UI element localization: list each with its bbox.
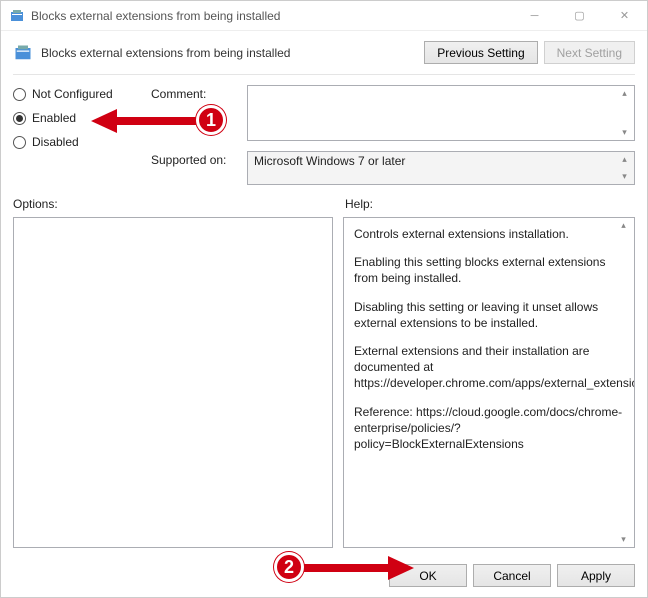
- options-panel[interactable]: [13, 217, 333, 548]
- supported-on-value: Microsoft Windows 7 or later: [254, 154, 405, 168]
- maximize-button[interactable]: ▢: [557, 1, 602, 31]
- radio-label: Enabled: [32, 111, 76, 125]
- header: Blocks external extensions from being in…: [1, 31, 647, 68]
- comment-textarea[interactable]: ▴▾: [247, 85, 635, 141]
- radio-label: Disabled: [32, 135, 79, 149]
- radio-icon: [13, 112, 26, 125]
- ok-button[interactable]: OK: [389, 564, 467, 587]
- close-button[interactable]: ✕: [602, 1, 647, 31]
- help-panel[interactable]: Controls external extensions installatio…: [343, 217, 635, 548]
- help-text: Disabling this setting or leaving it uns…: [354, 299, 624, 331]
- cancel-button[interactable]: Cancel: [473, 564, 551, 587]
- radio-icon: [13, 88, 26, 101]
- radio-label: Not Configured: [32, 87, 113, 101]
- dialog-window: Blocks external extensions from being in…: [0, 0, 648, 598]
- help-text: External extensions and their installati…: [354, 343, 624, 392]
- footer: OK Cancel Apply: [1, 556, 647, 597]
- policy-title: Blocks external extensions from being in…: [41, 46, 424, 60]
- help-label: Help:: [345, 197, 373, 211]
- radio-disabled[interactable]: Disabled: [13, 135, 143, 149]
- radio-not-configured[interactable]: Not Configured: [13, 87, 143, 101]
- policy-icon: [9, 8, 25, 24]
- window-title: Blocks external extensions from being in…: [31, 9, 280, 23]
- scroll-down-icon[interactable]: ▾: [622, 127, 627, 138]
- supported-on-label: Supported on:: [151, 151, 241, 185]
- scroll-up-icon[interactable]: ▴: [622, 88, 627, 99]
- minimize-button[interactable]: ─: [512, 1, 557, 31]
- titlebar: Blocks external extensions from being in…: [1, 1, 647, 31]
- state-radios: Not Configured Enabled Disabled: [13, 85, 143, 185]
- policy-icon: [13, 43, 33, 63]
- radio-icon: [13, 136, 26, 149]
- scroll-down-icon[interactable]: ▾: [622, 171, 627, 182]
- scroll-down-icon[interactable]: ▾: [621, 534, 626, 545]
- scroll-up-icon[interactable]: ▴: [622, 154, 627, 165]
- radio-enabled[interactable]: Enabled: [13, 111, 143, 125]
- help-text: Controls external extensions installatio…: [354, 226, 624, 242]
- comment-label: Comment:: [151, 85, 241, 141]
- help-text: Enabling this setting blocks external ex…: [354, 254, 624, 286]
- next-setting-button[interactable]: Next Setting: [544, 41, 635, 64]
- supported-on-box: Microsoft Windows 7 or later ▴ ▾: [247, 151, 635, 185]
- help-text: Reference: https://cloud.google.com/docs…: [354, 404, 624, 453]
- options-label: Options:: [13, 197, 333, 211]
- scroll-up-icon[interactable]: ▴: [621, 220, 626, 231]
- previous-setting-button[interactable]: Previous Setting: [424, 41, 537, 64]
- apply-button[interactable]: Apply: [557, 564, 635, 587]
